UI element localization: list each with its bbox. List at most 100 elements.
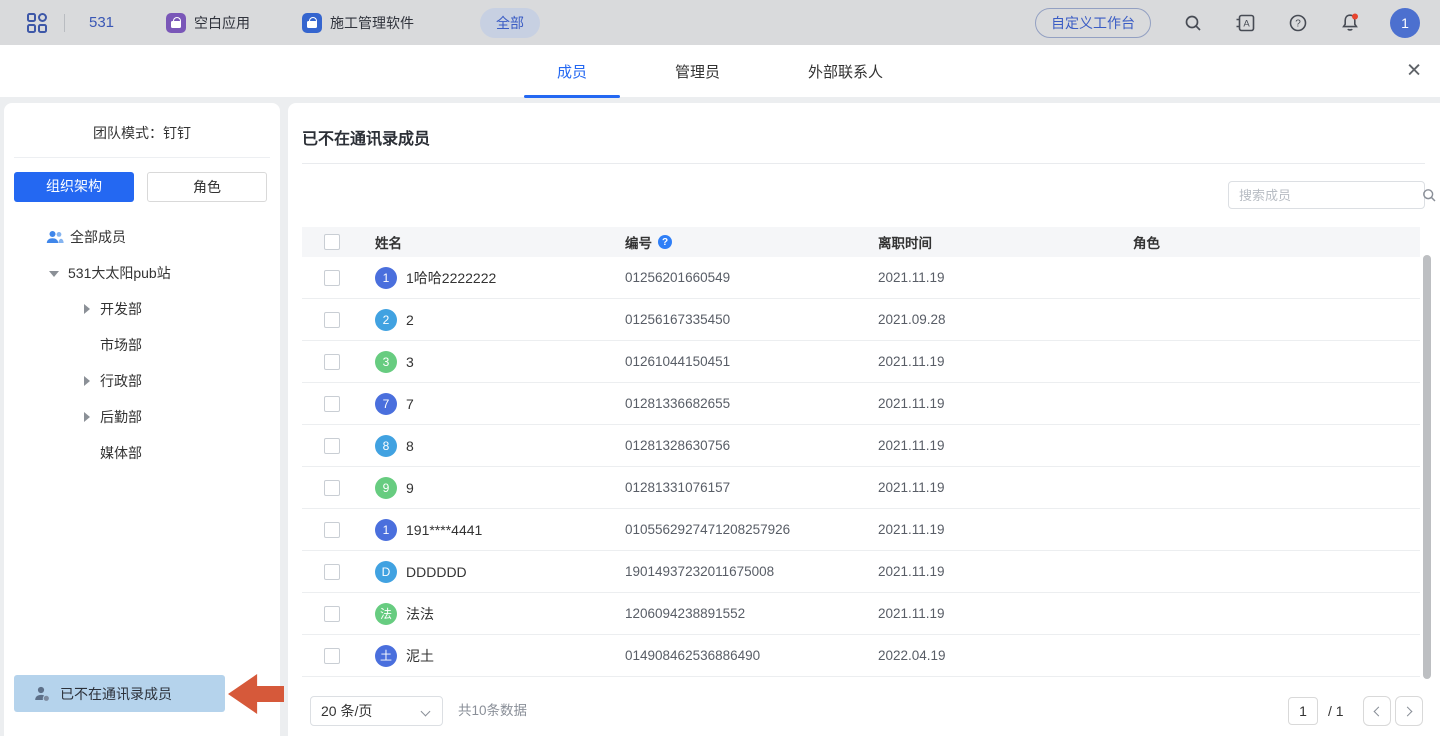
topbar-apps: 空白应用 施工管理软件 xyxy=(114,13,414,33)
table-body: 1 1哈哈2222222 01256201660549 2021.11.19 2… xyxy=(302,257,1420,677)
member-name: 法法 xyxy=(406,604,434,624)
customize-workbench-button[interactable]: 自定义工作台 xyxy=(1035,8,1151,38)
row-checkbox[interactable] xyxy=(324,648,340,664)
tab[interactable]: 管理员 xyxy=(675,61,720,82)
all-apps-pill[interactable]: 全部 xyxy=(480,8,540,38)
prev-page-button[interactable] xyxy=(1363,696,1391,726)
row-checkbox[interactable] xyxy=(324,606,340,622)
member-id: 1206094238891552 xyxy=(625,606,878,621)
leave-date: 2021.11.19 xyxy=(878,522,1133,537)
caret-icon[interactable] xyxy=(80,447,92,459)
next-page-button[interactable] xyxy=(1395,696,1423,726)
table-row: 9 9 01281331076157 2021.11.19 xyxy=(302,467,1420,509)
row-checkbox[interactable] xyxy=(324,270,340,286)
table-header: 姓名 编号 ? 离职时间 角色 xyxy=(302,227,1420,257)
app-icon xyxy=(302,13,322,33)
caret-icon[interactable] xyxy=(80,411,92,423)
table-row: 2 2 01256167335450 2021.09.28 xyxy=(302,299,1420,341)
avatar: 法 xyxy=(375,603,397,625)
table-row: 7 7 01281336682655 2021.11.19 xyxy=(302,383,1420,425)
tree-item[interactable]: 后勤部 xyxy=(4,399,280,435)
user-avatar[interactable]: 1 xyxy=(1390,8,1420,38)
select-all-checkbox[interactable] xyxy=(324,234,340,250)
leave-date: 2021.11.19 xyxy=(878,480,1133,495)
caret-icon[interactable] xyxy=(80,339,92,351)
member-id: 0105562927471208257926 xyxy=(625,522,878,537)
app-tab[interactable]: 施工管理软件 xyxy=(302,13,414,33)
row-checkbox[interactable] xyxy=(324,396,340,412)
org-tree: 全部成员 531大太阳pub站 开发部 xyxy=(4,219,280,471)
member-name: 1哈哈2222222 xyxy=(406,268,496,288)
tree-item[interactable]: 531大太阳pub站 xyxy=(4,255,280,291)
page-total-label: / 1 xyxy=(1328,697,1344,725)
app-tab[interactable]: 空白应用 xyxy=(166,13,250,33)
workspace-tab[interactable]: 531 xyxy=(89,14,114,31)
role-button[interactable]: 角色 xyxy=(147,172,267,202)
tab[interactable]: 成员 xyxy=(557,61,587,82)
chevron-right-icon xyxy=(1403,706,1413,716)
svg-text:?: ? xyxy=(1295,18,1301,29)
caret-icon[interactable] xyxy=(80,375,92,387)
row-checkbox[interactable] xyxy=(324,438,340,454)
help-icon[interactable]: ? xyxy=(1288,13,1308,33)
column-header-role: 角色 xyxy=(1133,232,1420,252)
member-search-box xyxy=(1228,181,1425,209)
table-scrollbar[interactable] xyxy=(1423,255,1431,679)
topbar: 531 空白应用 施工管理软件 全部 自定义工作台 A ? xyxy=(0,0,1440,45)
caret-icon[interactable] xyxy=(80,303,92,315)
row-checkbox[interactable] xyxy=(324,522,340,538)
tree-item-label: 开发部 xyxy=(100,299,142,319)
tree-item[interactable]: 市场部 xyxy=(4,327,280,363)
search-icon[interactable] xyxy=(1421,187,1437,203)
close-icon[interactable]: ✕ xyxy=(1406,62,1422,81)
page-size-select[interactable]: 20 条/页 xyxy=(310,696,443,726)
row-checkbox[interactable] xyxy=(324,312,340,328)
search-icon[interactable] xyxy=(1183,13,1203,33)
org-structure-button[interactable]: 组织架构 xyxy=(14,172,134,202)
leave-date: 2022.04.19 xyxy=(878,648,1133,663)
tree-item[interactable]: 全部成员 xyxy=(4,219,280,255)
row-checkbox[interactable] xyxy=(324,480,340,496)
table-row: 土 泥土 014908462536886490 2022.04.19 xyxy=(302,635,1420,677)
search-input[interactable] xyxy=(1229,188,1421,203)
page-number-input[interactable] xyxy=(1288,697,1318,725)
app-tab-label: 空白应用 xyxy=(194,13,250,33)
row-checkbox[interactable] xyxy=(324,354,340,370)
sidebar: 团队模式：钉钉 组织架构 角色 全部成员 531大太阳pub站 xyxy=(4,103,280,736)
contacts-icon[interactable]: A xyxy=(1235,13,1256,33)
caret-icon[interactable] xyxy=(48,267,60,279)
member-name: 2 xyxy=(406,312,414,328)
help-question-icon[interactable]: ? xyxy=(658,235,672,249)
tab[interactable]: 外部联系人 xyxy=(808,61,883,82)
table-row: 1 1哈哈2222222 01256201660549 2021.11.19 xyxy=(302,257,1420,299)
table-row: 3 3 01261044150451 2021.11.19 xyxy=(302,341,1420,383)
row-checkbox[interactable] xyxy=(324,564,340,580)
member-id: 014908462536886490 xyxy=(625,648,878,663)
resigned-members-item[interactable]: 已不在通讯录成员 xyxy=(14,675,225,712)
notifications-bell-icon[interactable] xyxy=(1340,12,1360,33)
tree-item[interactable]: 媒体部 xyxy=(4,435,280,471)
avatar: 7 xyxy=(375,393,397,415)
avatar: 1 xyxy=(375,519,397,541)
svg-text:A: A xyxy=(1243,18,1250,29)
app-grid-icon[interactable] xyxy=(26,12,48,34)
tree-item-label: 531大太阳pub站 xyxy=(68,263,171,283)
tabs: 成员 管理员 外部联系人 xyxy=(557,61,883,82)
avatar: 9 xyxy=(375,477,397,499)
chevron-down-icon xyxy=(421,707,431,717)
topbar-divider xyxy=(64,14,65,32)
member-id: 19014937232011675008 xyxy=(625,564,878,579)
member-id: 01261044150451 xyxy=(625,354,878,369)
member-id: 01281336682655 xyxy=(625,396,878,411)
avatar: 2 xyxy=(375,309,397,331)
tree-item-label: 行政部 xyxy=(100,371,142,391)
member-name: 8 xyxy=(406,438,414,454)
leave-date: 2021.11.19 xyxy=(878,606,1133,621)
sidebar-toggle-buttons: 组织架构 角色 xyxy=(4,158,280,202)
tree-item[interactable]: 行政部 xyxy=(4,363,280,399)
modal-tabs-bar: 成员 管理员 外部联系人 ✕ xyxy=(0,45,1440,97)
member-id: 01256167335450 xyxy=(625,312,878,327)
tree-item-label: 媒体部 xyxy=(100,443,142,463)
leave-date: 2021.09.28 xyxy=(878,312,1133,327)
tree-item[interactable]: 开发部 xyxy=(4,291,280,327)
